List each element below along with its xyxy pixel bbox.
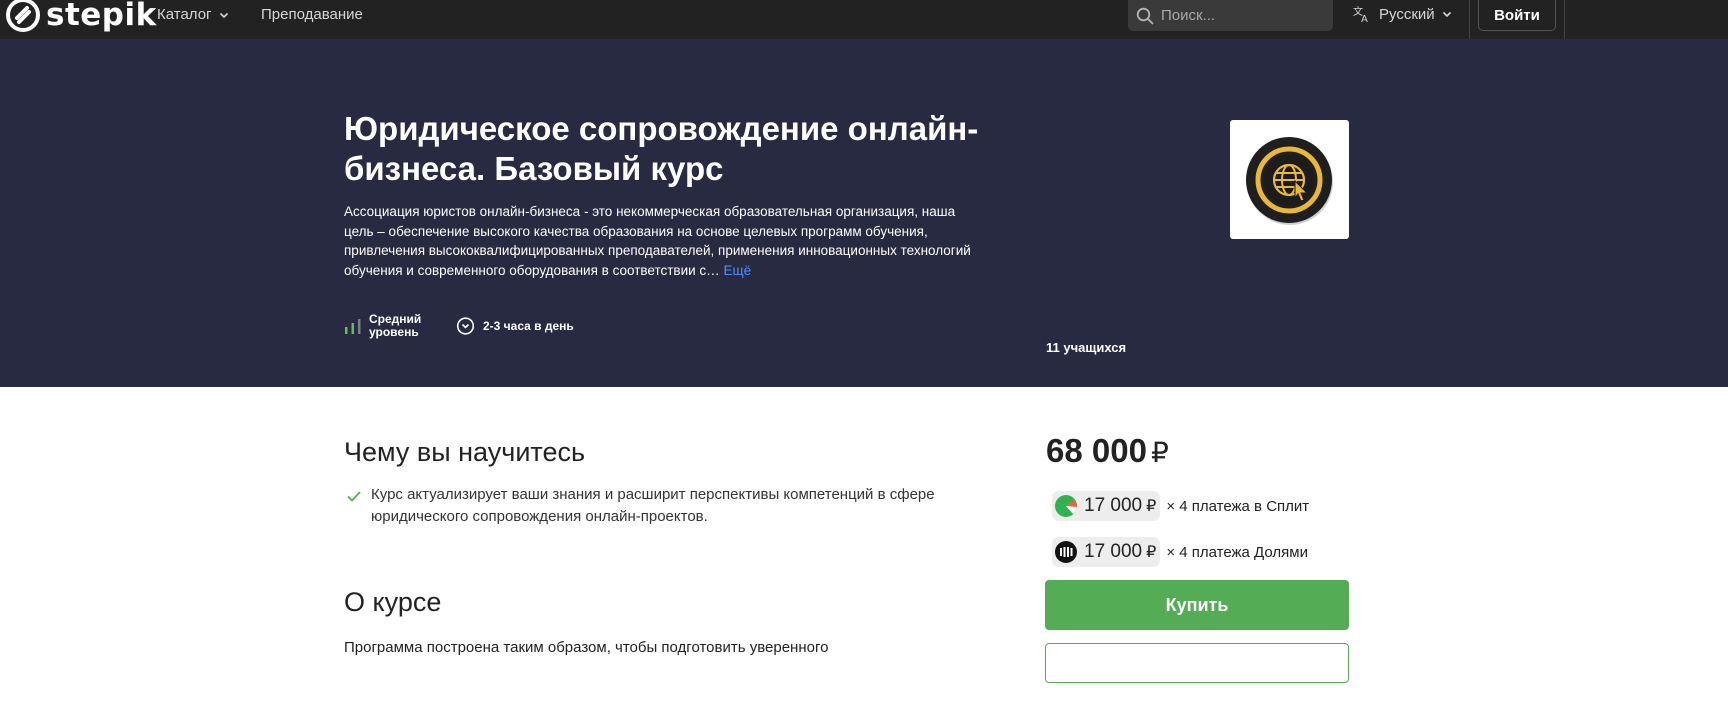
dolyami-label: × 4 платежа Долями bbox=[1166, 543, 1308, 561]
divider bbox=[1564, 0, 1565, 39]
dolyami-amount-pill: 17 000 ₽ bbox=[1052, 537, 1161, 567]
dolyami-icon bbox=[1055, 541, 1077, 563]
level-bars-icon bbox=[345, 319, 361, 334]
course-title: Юридическое сопровождение онлайн-бизнеса… bbox=[344, 110, 979, 187]
translate-icon: 文 A bbox=[1353, 5, 1368, 23]
chevron-down-icon bbox=[1442, 11, 1451, 18]
language-selector[interactable]: 文 A Русский bbox=[1353, 5, 1452, 23]
nav-teaching[interactable]: Преподавание bbox=[261, 6, 363, 23]
about-heading: О курсе bbox=[344, 587, 442, 617]
course-price: 68 000 ₽ bbox=[1046, 432, 1169, 470]
chevron-down-icon bbox=[219, 12, 228, 18]
course-summary: Ассоциация юристов онлайн-бизнеса - это … bbox=[344, 202, 976, 281]
course-cover bbox=[1230, 120, 1349, 239]
dolyami-amount: 17 000 bbox=[1084, 541, 1143, 562]
about-text: Программа построена таким образом, чтобы… bbox=[344, 639, 829, 656]
stepik-logo-icon bbox=[6, 0, 40, 32]
outcome-item: Курс актуализирует ваши знания и расшири… bbox=[346, 484, 966, 528]
split-icon bbox=[1055, 495, 1077, 517]
nav-teaching-label: Преподавание bbox=[261, 6, 363, 23]
login-button[interactable]: Войти bbox=[1478, 0, 1556, 31]
split-payment-option[interactable]: 17 000 ₽ × 4 платежа в Сплит bbox=[1052, 491, 1309, 521]
search-box[interactable] bbox=[1128, 0, 1333, 31]
dolyami-currency: ₽ bbox=[1146, 544, 1157, 561]
search-input[interactable] bbox=[1161, 7, 1321, 24]
difficulty-level: Средний уровень bbox=[344, 313, 421, 339]
price-value: 68 000 bbox=[1046, 432, 1147, 469]
svg-text:A: A bbox=[1361, 14, 1368, 23]
workload-label: 2-3 часа в день bbox=[483, 318, 574, 333]
nav-catalog[interactable]: Каталог bbox=[157, 6, 229, 23]
show-more-link[interactable]: Ещё bbox=[723, 263, 751, 278]
level-line-2: уровень bbox=[369, 325, 419, 339]
secondary-action-button[interactable] bbox=[1045, 643, 1349, 683]
divider bbox=[1469, 0, 1470, 39]
search-icon bbox=[1136, 7, 1154, 24]
split-amount: 17 000 bbox=[1084, 495, 1143, 516]
nav-catalog-label: Каталог bbox=[157, 6, 212, 23]
learn-heading: Чему вы научитесь bbox=[344, 437, 586, 467]
checkmark-icon bbox=[347, 491, 361, 502]
clock-icon bbox=[456, 317, 475, 335]
buy-button[interactable]: Купить bbox=[1045, 580, 1349, 630]
split-currency: ₽ bbox=[1146, 498, 1157, 515]
logo-text: stepik bbox=[46, 0, 157, 33]
price-currency: ₽ bbox=[1150, 437, 1169, 468]
split-label: × 4 платежа в Сплит bbox=[1166, 497, 1310, 515]
course-summary-text: Ассоциация юристов онлайн-бизнеса - это … bbox=[344, 204, 971, 279]
workload: 2-3 часа в день bbox=[456, 316, 574, 335]
dolyami-payment-option[interactable]: 17 000 ₽ × 4 платежа Долями bbox=[1052, 537, 1308, 567]
outcome-text: Курс актуализирует ваши знания и расшири… bbox=[371, 486, 935, 525]
split-amount-pill: 17 000 ₽ bbox=[1052, 491, 1161, 521]
language-label: Русский bbox=[1379, 5, 1435, 23]
globe-cursor-icon bbox=[1245, 136, 1333, 225]
stepik-logo[interactable]: stepik bbox=[6, 0, 157, 32]
learners-count: 11 учащихся bbox=[1046, 340, 1127, 355]
top-navbar: stepik Каталог Преподавание 文 A Русский … bbox=[0, 0, 1728, 39]
